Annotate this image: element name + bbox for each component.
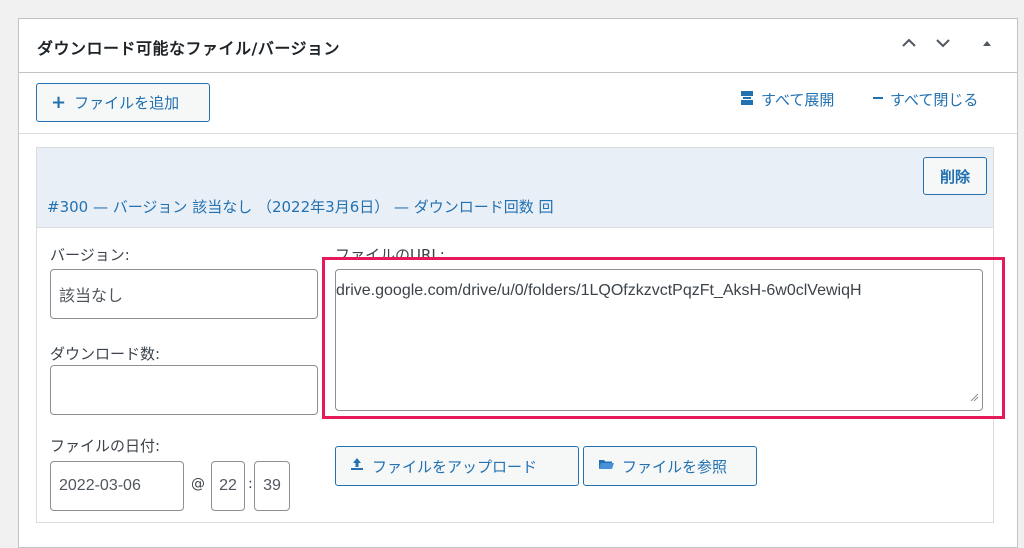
file-url-textarea[interactable]: drive.google.com/drive/u/0/folders/1LQOf…: [335, 269, 983, 411]
upload-file-button[interactable]: ファイルをアップロード: [335, 446, 579, 486]
minus-icon: [872, 90, 884, 110]
file-url-value: drive.google.com/drive/u/0/folders/1LQOf…: [336, 282, 862, 299]
at-symbol: @: [191, 476, 205, 492]
downloadable-files-panel: ダウンロード可能なファイル/バージョン + ファイルを追加 すべて展開 すべて閉…: [18, 18, 1018, 548]
file-item-header[interactable]: #300 — バージョン 該当なし （2022年3月6日） — ダウンロード回数…: [37, 148, 993, 228]
browse-file-button[interactable]: ファイルを参照: [583, 446, 757, 486]
plus-icon: +: [51, 91, 67, 113]
move-down-icon[interactable]: [933, 33, 953, 53]
file-url-label: ファイルのURL:: [335, 246, 445, 260]
file-item-title: #300 — バージョン 該当なし （2022年3月6日） — ダウンロード回数…: [47, 198, 554, 216]
upload-file-label: ファイルをアップロード: [372, 457, 538, 476]
minute-input[interactable]: 39: [254, 461, 290, 511]
panel-header: ダウンロード可能なファイル/バージョン: [19, 19, 1017, 73]
upload-icon: [350, 457, 364, 475]
expand-icon: [739, 90, 755, 110]
download-count-label: ダウンロード数:: [50, 345, 161, 363]
file-date-label: ファイルの日付:: [50, 437, 161, 455]
collapse-all-link[interactable]: すべて閉じる: [872, 89, 978, 110]
folder-icon: [598, 457, 614, 475]
version-input[interactable]: 該当なし: [50, 269, 318, 319]
time-separator: :: [248, 476, 253, 492]
delete-button[interactable]: 削除: [923, 157, 987, 195]
add-file-button[interactable]: + ファイルを追加: [36, 83, 210, 122]
version-label: バージョン:: [50, 246, 130, 264]
collapse-panel-icon[interactable]: [977, 33, 997, 53]
panel-title: ダウンロード可能なファイル/バージョン: [37, 39, 341, 58]
add-file-label: ファイルを追加: [74, 94, 180, 112]
expand-all-link[interactable]: すべて展開: [739, 89, 834, 110]
file-date-input[interactable]: 2022-03-06: [50, 461, 184, 511]
collapse-all-label: すべて閉じる: [890, 91, 979, 109]
divider: [19, 133, 1017, 134]
file-item: #300 — バージョン 該当なし （2022年3月6日） — ダウンロード回数…: [36, 147, 994, 523]
download-count-input[interactable]: [50, 365, 318, 415]
hour-input[interactable]: 22: [211, 461, 245, 511]
move-up-icon[interactable]: [899, 33, 919, 53]
resize-handle-icon[interactable]: [969, 389, 979, 407]
expand-all-label: すべて展開: [761, 91, 835, 109]
browse-file-label: ファイルを参照: [622, 457, 728, 476]
